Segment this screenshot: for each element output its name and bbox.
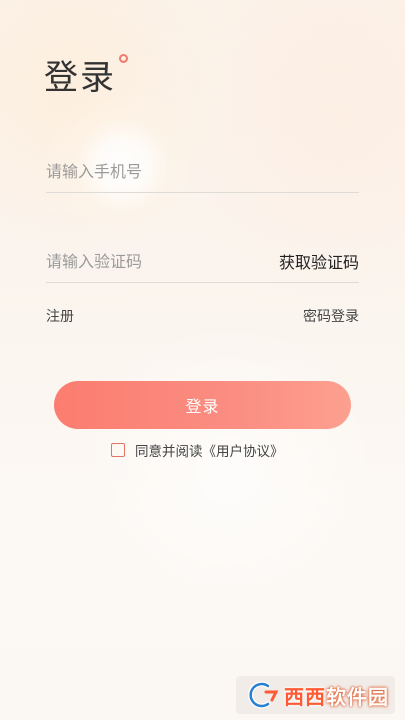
- register-link[interactable]: 注册: [46, 306, 74, 326]
- watermark-brand-white: 软件园: [326, 684, 389, 709]
- title-decoration-circle-icon: [119, 54, 128, 63]
- page-header: 登录: [44, 54, 128, 100]
- agreement-row: 同意并阅读《用户协议》: [111, 440, 284, 460]
- page-title: 登录: [44, 58, 116, 98]
- agreement-text[interactable]: 同意并阅读《用户协议》: [135, 440, 284, 460]
- login-button[interactable]: 登录: [54, 381, 351, 429]
- get-code-button[interactable]: 获取验证码: [279, 249, 359, 273]
- phone-input[interactable]: [46, 161, 246, 181]
- cr-logo-icon: [248, 681, 279, 709]
- phone-field: [46, 150, 359, 193]
- agreement-checkbox[interactable]: [111, 443, 125, 457]
- password-login-link[interactable]: 密码登录: [303, 306, 359, 326]
- code-field: 获取验证码: [46, 240, 359, 283]
- auth-links: 注册 密码登录: [46, 306, 359, 326]
- verification-code-input[interactable]: [46, 251, 246, 271]
- watermark-brand-red: 西西: [284, 684, 326, 709]
- site-watermark: 西西软件园: [236, 676, 395, 714]
- background: [0, 0, 405, 720]
